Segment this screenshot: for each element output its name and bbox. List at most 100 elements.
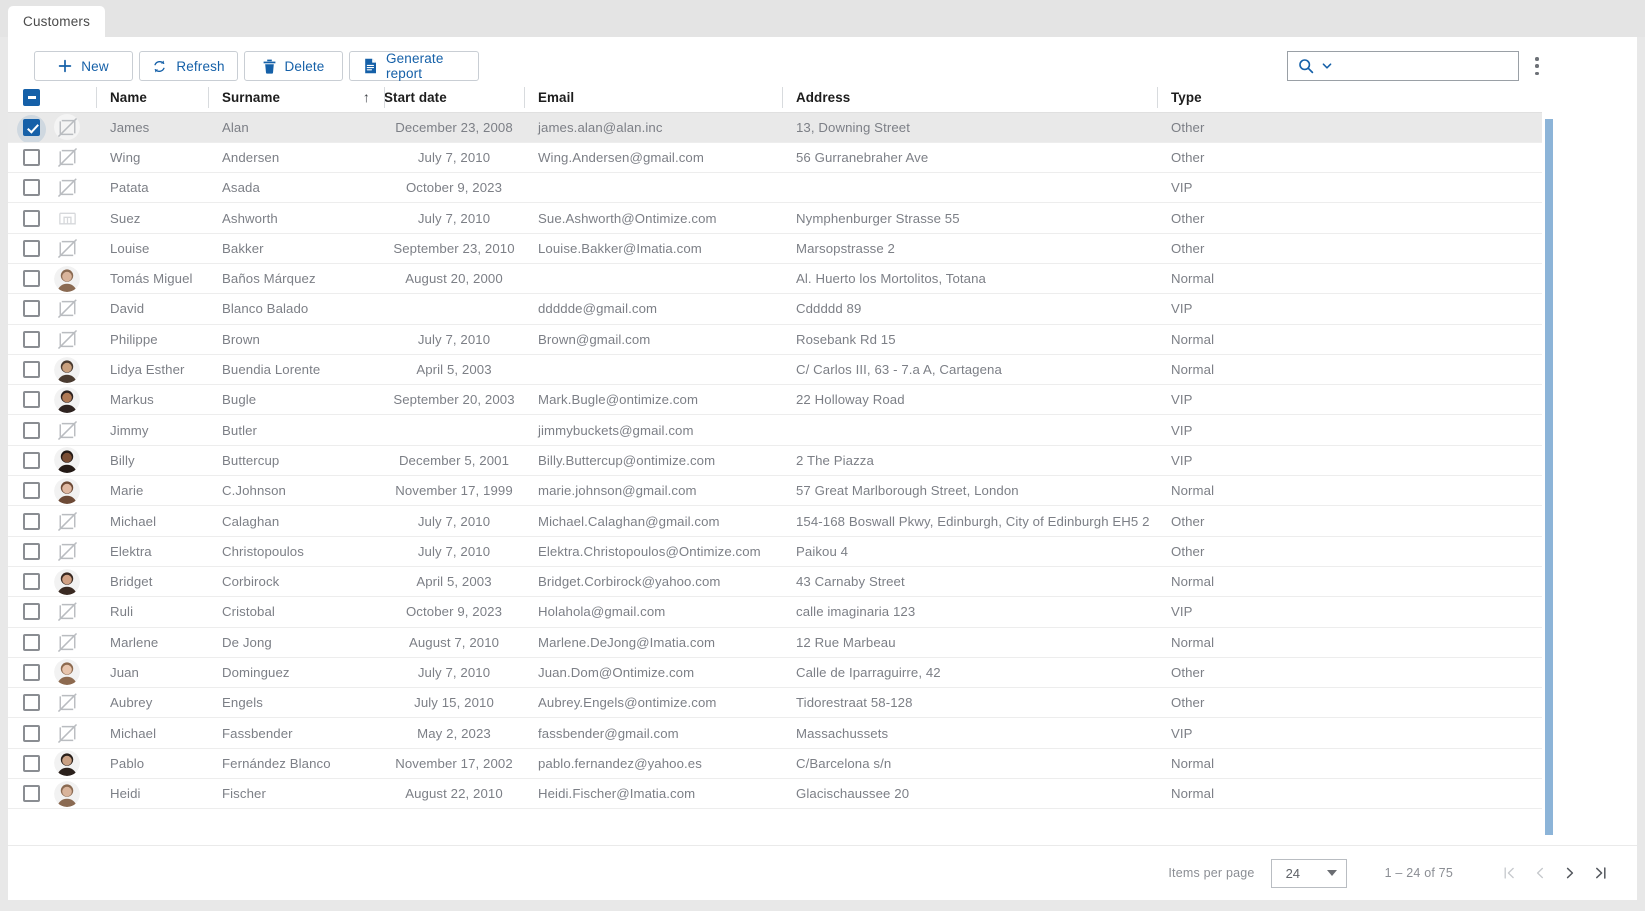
table-row[interactable]: Elektra Christopoulos July 7, 2010 Elektra.…	[8, 536, 1542, 567]
column-header-name[interactable]: Name	[96, 83, 208, 113]
row-select-checkbox[interactable]	[23, 209, 40, 227]
row-select-cell[interactable]	[8, 505, 48, 537]
next-page-button[interactable]	[1555, 858, 1585, 888]
row-select-checkbox[interactable]	[23, 785, 40, 803]
row-select-cell[interactable]	[8, 142, 48, 174]
table-row[interactable]: Suez Ashworth July 7, 2010 Sue.Ashworth@Ont…	[8, 202, 1542, 234]
table-row[interactable]: Marie C.Johnson November 17, 1999 marie.joh…	[8, 475, 1542, 507]
row-select-cell[interactable]	[8, 172, 48, 204]
row-select-cell[interactable]	[8, 717, 48, 749]
column-header-email[interactable]: Email	[524, 83, 782, 113]
row-select-cell[interactable]	[8, 475, 48, 507]
row-select-cell[interactable]	[8, 536, 48, 567]
column-header-start-date[interactable]: Start date	[384, 83, 524, 113]
row-select-checkbox[interactable]	[23, 663, 40, 681]
last-page-button[interactable]	[1585, 858, 1615, 888]
table-row[interactable]: Pablo Fernández Blanco November 17, 2002 pa…	[8, 748, 1542, 780]
table-row[interactable]: Markus Bugle September 20, 2003 Mark.Bugle@…	[8, 384, 1542, 416]
row-select-checkbox[interactable]	[23, 118, 40, 136]
row-select-checkbox[interactable]	[23, 421, 40, 439]
row-select-checkbox[interactable]	[23, 270, 40, 288]
row-select-cell[interactable]	[8, 202, 48, 234]
row-select-cell[interactable]	[8, 687, 48, 719]
table-row[interactable]: Lidya Esther Buendia Lorente April 5, 2003…	[8, 354, 1542, 386]
cell-email: Holahola@gmail.com	[524, 596, 782, 628]
row-select-cell[interactable]	[8, 445, 48, 477]
row-select-checkbox[interactable]	[23, 512, 40, 530]
generate-report-button[interactable]: Generate report	[349, 51, 479, 81]
row-select-checkbox[interactable]	[23, 391, 40, 409]
chevron-down-icon[interactable]	[1321, 60, 1333, 72]
search-box[interactable]	[1287, 51, 1534, 81]
row-select-cell[interactable]	[8, 354, 48, 386]
select-all-checkbox[interactable]	[23, 88, 40, 106]
table-row[interactable]: Marlene De Jong August 7, 2010 Marlene.DeJo…	[8, 627, 1542, 658]
new-button[interactable]: New	[34, 51, 133, 81]
vertical-scrollbar[interactable]	[1542, 83, 1556, 843]
row-select-checkbox[interactable]	[23, 482, 40, 500]
table-row[interactable]: David Blanco Balado dddddе@gmail.com Cddddd…	[8, 293, 1542, 325]
table-row[interactable]: Tomás Miguel Baños Márquez August 20, 2000…	[8, 263, 1542, 295]
row-select-cell[interactable]	[8, 627, 48, 658]
row-select-checkbox[interactable]	[23, 573, 40, 591]
table-row[interactable]: Michael Calaghan July 7, 2010 Michael.Calag…	[8, 505, 1542, 537]
column-header-type[interactable]: Type	[1157, 83, 1542, 113]
row-select-cell[interactable]	[8, 778, 48, 810]
column-header-surname[interactable]: Surname ↑	[208, 83, 384, 113]
row-select-checkbox[interactable]	[23, 754, 40, 772]
row-select-cell[interactable]	[8, 566, 48, 598]
select-all-header[interactable]	[8, 83, 96, 113]
table-row[interactable]: Jimmy Butler jimmybuckets@gmail.com VIP	[8, 414, 1542, 446]
row-avatar-cell	[48, 596, 96, 628]
table-row[interactable]: Michael Fassbender May 2, 2023 fassbender@g…	[8, 717, 1542, 749]
table-row[interactable]: Wing Andersen July 7, 2010 Wing.Andersen@gm…	[8, 142, 1542, 174]
search-icon[interactable]	[1298, 58, 1314, 74]
refresh-button[interactable]: Refresh	[139, 51, 238, 81]
table-row[interactable]: Juan Dominguez July 7, 2010 Juan.Dom@Ontimi…	[8, 657, 1542, 689]
row-select-cell[interactable]	[8, 657, 48, 689]
row-select-checkbox[interactable]	[23, 603, 40, 621]
row-select-cell[interactable]	[8, 596, 48, 628]
row-select-cell[interactable]	[8, 384, 48, 416]
tab-customers[interactable]: Customers	[8, 6, 106, 37]
table-row[interactable]: Philippe Brown July 7, 2010 Brown@gmail.com…	[8, 324, 1542, 355]
row-select-checkbox[interactable]	[23, 633, 40, 651]
row-select-cell[interactable]	[8, 293, 48, 325]
refresh-button-label: Refresh	[176, 58, 225, 74]
table-row[interactable]: Heidi Fischer August 22, 2010 Heidi.Fischer…	[8, 778, 1542, 810]
table-row[interactable]: Ruli Cristobal October 9, 2023 Holahola@gma…	[8, 596, 1542, 628]
row-select-checkbox[interactable]	[23, 542, 40, 560]
table-row[interactable]: James Alan December 23, 2008 james.alan@ala…	[8, 112, 1542, 143]
table-row[interactable]: Louise Bakker September 23, 2010 Louise.Bak…	[8, 233, 1542, 264]
row-select-cell[interactable]	[8, 263, 48, 295]
row-select-checkbox[interactable]	[23, 148, 40, 166]
more-options-icon[interactable]	[1527, 55, 1547, 77]
page-size-select[interactable]: 24	[1270, 858, 1347, 888]
cell-surname: Asada	[208, 172, 384, 204]
row-select-cell[interactable]	[8, 324, 48, 355]
column-header-address[interactable]: Address	[782, 83, 1157, 113]
table-row[interactable]: Bridget Corbirock April 5, 2003 Bridget.Cor…	[8, 566, 1542, 598]
table-row[interactable]: Patata Asada October 9, 2023 VIP	[8, 172, 1542, 204]
row-select-cell[interactable]	[8, 233, 48, 264]
row-select-checkbox[interactable]	[23, 239, 40, 257]
row-select-checkbox[interactable]	[23, 694, 40, 712]
row-select-cell[interactable]	[8, 748, 48, 780]
row-select-cell[interactable]	[8, 414, 48, 446]
customers-table-container[interactable]: Name Surname ↑ Start date Email Address …	[8, 83, 1542, 843]
delete-button[interactable]: Delete	[244, 51, 343, 81]
vertical-scrollbar-thumb[interactable]	[1545, 119, 1553, 835]
row-select-checkbox[interactable]	[23, 361, 40, 379]
row-select-checkbox[interactable]	[23, 451, 40, 469]
search-input[interactable]	[1342, 53, 1534, 79]
cell-email: Wing.Andersen@gmail.com	[524, 142, 782, 174]
cell-name: Tomás Miguel	[96, 263, 208, 295]
row-select-checkbox[interactable]	[23, 330, 40, 348]
row-select-checkbox[interactable]	[23, 300, 40, 318]
row-select-cell[interactable]	[8, 112, 48, 143]
row-select-checkbox[interactable]	[23, 724, 40, 742]
table-row[interactable]: Aubrey Engels July 15, 2010 Aubrey.Engels@o…	[8, 687, 1542, 719]
row-select-checkbox[interactable]	[23, 179, 40, 197]
row-avatar-cell	[48, 475, 96, 507]
table-row[interactable]: Billy Buttercup December 5, 2001 Billy.Butt…	[8, 445, 1542, 477]
